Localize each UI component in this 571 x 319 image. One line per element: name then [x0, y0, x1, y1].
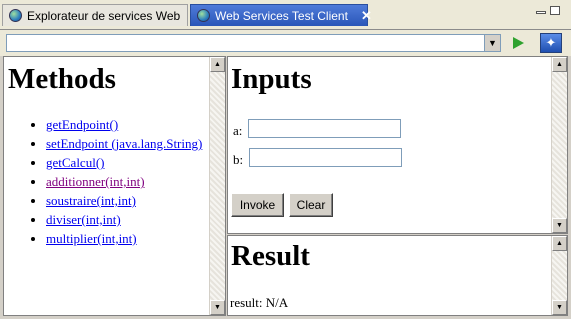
chevron-down-icon[interactable]: ▼ — [484, 35, 500, 51]
close-icon[interactable]: ✕ — [361, 8, 372, 24]
result-text: result: N/A — [230, 295, 289, 310]
scroll-up-icon[interactable]: ▲ — [552, 236, 567, 251]
method-link-additionner[interactable]: additionner(int,int) — [46, 174, 145, 189]
method-link-setendpoint[interactable]: setEndpoint (java.lang.String) — [46, 136, 202, 151]
result-heading: Result — [231, 240, 310, 272]
list-item: soustraire(int,int) — [46, 193, 225, 209]
list-item: getEndpoint() — [46, 117, 225, 133]
maximize-icon[interactable] — [550, 6, 560, 15]
field-b-input[interactable] — [249, 148, 402, 167]
globe-icon — [197, 9, 210, 22]
field-b-label: b: — [233, 152, 244, 167]
list-item: getCalcul() — [46, 155, 225, 171]
web-browser-icon[interactable]: ✦ — [540, 33, 562, 53]
field-a-label: a: — [233, 123, 243, 138]
method-link-soustraire[interactable]: soustraire(int,int) — [46, 193, 136, 208]
inputs-pane: Inputs a: b: Invoke Clear ▲ ▼ — [227, 56, 568, 234]
scroll-down-icon[interactable]: ▼ — [552, 218, 567, 233]
scroll-down-icon[interactable]: ▼ — [552, 300, 567, 315]
address-combo[interactable]: ▼ — [6, 34, 501, 52]
scroll-up-icon[interactable]: ▲ — [552, 57, 567, 72]
methods-list: getEndpoint() setEndpoint (java.lang.Str… — [22, 117, 225, 250]
list-item: multiplier(int,int) — [46, 231, 225, 247]
globe-icon — [9, 9, 22, 22]
inputs-heading: Inputs — [231, 63, 312, 95]
methods-pane: Methods getEndpoint() setEndpoint (java.… — [3, 56, 226, 316]
minimize-icon[interactable] — [536, 11, 546, 14]
list-item: setEndpoint (java.lang.String) — [46, 136, 225, 152]
result-pane: Result result: N/A ▲ ▼ — [227, 235, 568, 316]
go-icon[interactable] — [513, 37, 524, 49]
result-scrollbar[interactable]: ▲ ▼ — [551, 236, 567, 315]
tab-label: Explorateur de services Web — [27, 8, 181, 23]
method-link-getcalcul[interactable]: getCalcul() — [46, 155, 104, 170]
invoke-button[interactable]: Invoke — [231, 193, 284, 217]
field-a-input[interactable] — [248, 119, 401, 138]
method-link-diviser[interactable]: diviser(int,int) — [46, 212, 121, 227]
clear-button[interactable]: Clear — [289, 193, 333, 217]
tab-web-services-explorer[interactable]: Explorateur de services Web — [2, 4, 188, 26]
scroll-up-icon[interactable]: ▲ — [210, 57, 225, 72]
methods-heading: Methods — [8, 63, 116, 95]
list-item: diviser(int,int) — [46, 212, 225, 228]
tab-label: Web Services Test Client — [215, 8, 348, 23]
method-link-getendpoint[interactable]: getEndpoint() — [46, 117, 118, 132]
scroll-down-icon[interactable]: ▼ — [210, 300, 225, 315]
nav-icon-glyph: ✦ — [545, 35, 557, 50]
inputs-scrollbar[interactable]: ▲ ▼ — [551, 57, 567, 233]
tab-web-services-test-client[interactable]: Web Services Test Client ✕ — [190, 4, 372, 26]
methods-scrollbar[interactable]: ▲ ▼ — [209, 57, 225, 315]
list-item: additionner(int,int) — [46, 174, 225, 190]
method-link-multiplier[interactable]: multiplier(int,int) — [46, 231, 137, 246]
